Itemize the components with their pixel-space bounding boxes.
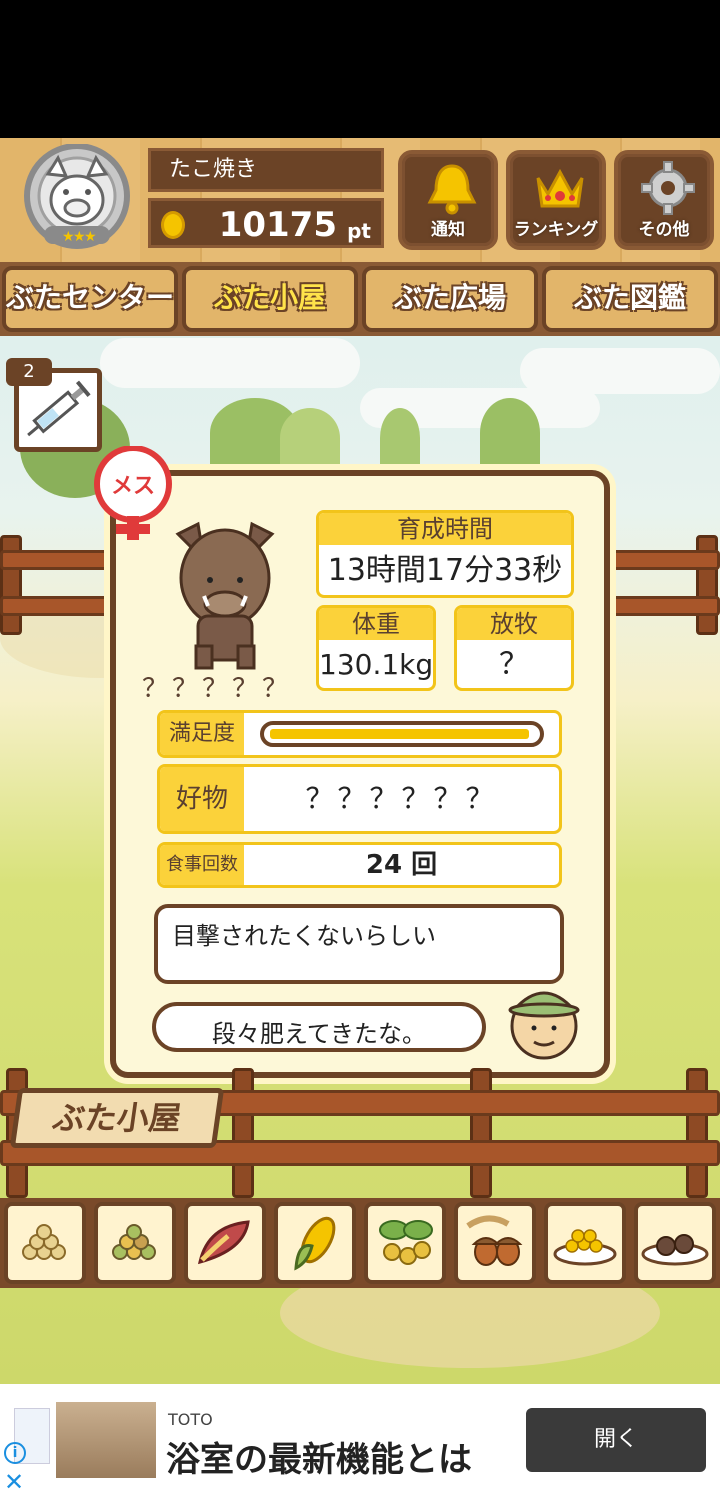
points-unit: pt [347,219,371,243]
ad-close-icon[interactable]: ✕ [4,1468,24,1496]
notification-button[interactable]: 通知 [398,150,498,250]
meals-value: 24 回 [365,850,438,880]
boar-avatar-icon: ★★★ [24,143,130,249]
ad-title[interactable]: 浴室の最新機能とは [166,1432,472,1481]
weight-value: 130.1kg [319,648,434,681]
ranking-label: ランキング [513,220,599,240]
satisfaction-bar [260,721,544,747]
main-tabs: ぶたセンター ぶた小屋 ぶた広場 ぶた図鑑 [0,262,720,336]
ad-info-icon[interactable]: i [4,1442,26,1464]
points-value: 10175 [218,205,337,245]
weight-label: 体重 [319,608,433,640]
satisfaction-label: 満足度 [160,713,244,755]
corn-icon [294,1216,336,1271]
female-badge: メス [92,445,174,542]
grazing-label: 放牧 [457,608,571,640]
raising-time-box: 育成時間 13時間17分33秒 [316,510,574,598]
avatar[interactable]: ★ ★ ★ [14,143,140,256]
chocolate-plate-icon [641,1234,709,1266]
tab-buta-hiroba[interactable]: ぶた広場 [362,266,538,332]
meals-label: 食事回数 [160,845,244,885]
weight-box: 体重 130.1kg [316,605,436,691]
food-slot-soybeans[interactable] [4,1202,86,1284]
sweet-potato-icon [197,1220,250,1265]
grain-bowl-icon [553,1229,617,1266]
ad-banner[interactable]: TOTO 浴室の最新機能とは 開く i ✕ [0,1384,720,1496]
tab-buta-zukan[interactable]: ぶた図鑑 [542,266,718,332]
food-slot-mixed-beans[interactable] [94,1202,176,1284]
satisfaction-row: 満足度 [157,710,562,758]
ad-brand: TOTO [168,1410,213,1429]
favorite-value: ？？？？？？ [305,782,498,815]
points-display: 10175 pt [148,198,384,248]
ranking-button[interactable]: ランキング [506,150,606,250]
food-tray [0,1198,720,1288]
raising-time-value: 13時間17分33秒 [327,553,563,588]
player-name: たこ焼き [148,148,384,192]
soybeans-icon [22,1224,66,1260]
meals-row: 食事回数 24 回 [157,842,562,888]
bell-icon [427,164,477,215]
ad-open-button[interactable]: 開く [526,1408,706,1472]
farmer-icon [508,991,580,1060]
header-bar: ★ ★ ★ たこ焼き 10175 pt 通知 ランキング その他 [0,138,720,262]
satisfaction-bar-fill [270,729,529,739]
food-slot-berries[interactable] [364,1202,446,1284]
farmer-speech-bubble: 段々肥えてきたな。 [152,1002,486,1052]
tab-buta-center[interactable]: ぶたセンター [2,266,178,332]
favorite-row: 好物 ？？？？？？ [157,764,562,834]
food-slot-chocolate[interactable] [634,1202,716,1284]
pig-name: ？？？？？ [142,674,293,704]
farmer-speech-text: 段々肥えてきたな。 [211,1020,427,1048]
grazing-value: ？ [499,647,529,682]
svg-text:★: ★ [84,229,97,245]
food-slot-acorns[interactable] [454,1202,536,1284]
tab-buta-koya[interactable]: ぶた小屋 [182,266,358,332]
syringe-count: 2 [6,358,52,386]
raising-time-label: 育成時間 [319,513,571,545]
notification-label: 通知 [431,220,465,240]
food-slot-grain-bowl[interactable] [544,1202,626,1284]
food-slot-sweet-potato[interactable] [184,1202,266,1284]
grazing-box: 放牧 ？ [454,605,574,691]
gender-label: メス [110,474,155,499]
crown-icon [536,168,584,208]
acorns-icon [466,1215,523,1266]
other-label: その他 [638,220,690,240]
other-button[interactable]: その他 [614,150,714,250]
pig-speech-text: 目撃されたくないらしい [172,922,436,950]
food-slot-corn[interactable] [274,1202,356,1284]
berries-icon [379,1220,433,1265]
favorite-label: 好物 [160,767,244,831]
location-sign: ぶた小屋 [9,1088,225,1148]
mixed-beans-icon [112,1224,156,1260]
coin-icon [161,211,185,239]
gear-icon [641,161,695,215]
boar-icon [175,521,275,670]
ad-image[interactable] [56,1402,156,1478]
pig-speech-bubble: 目撃されたくないらしい [154,904,564,984]
